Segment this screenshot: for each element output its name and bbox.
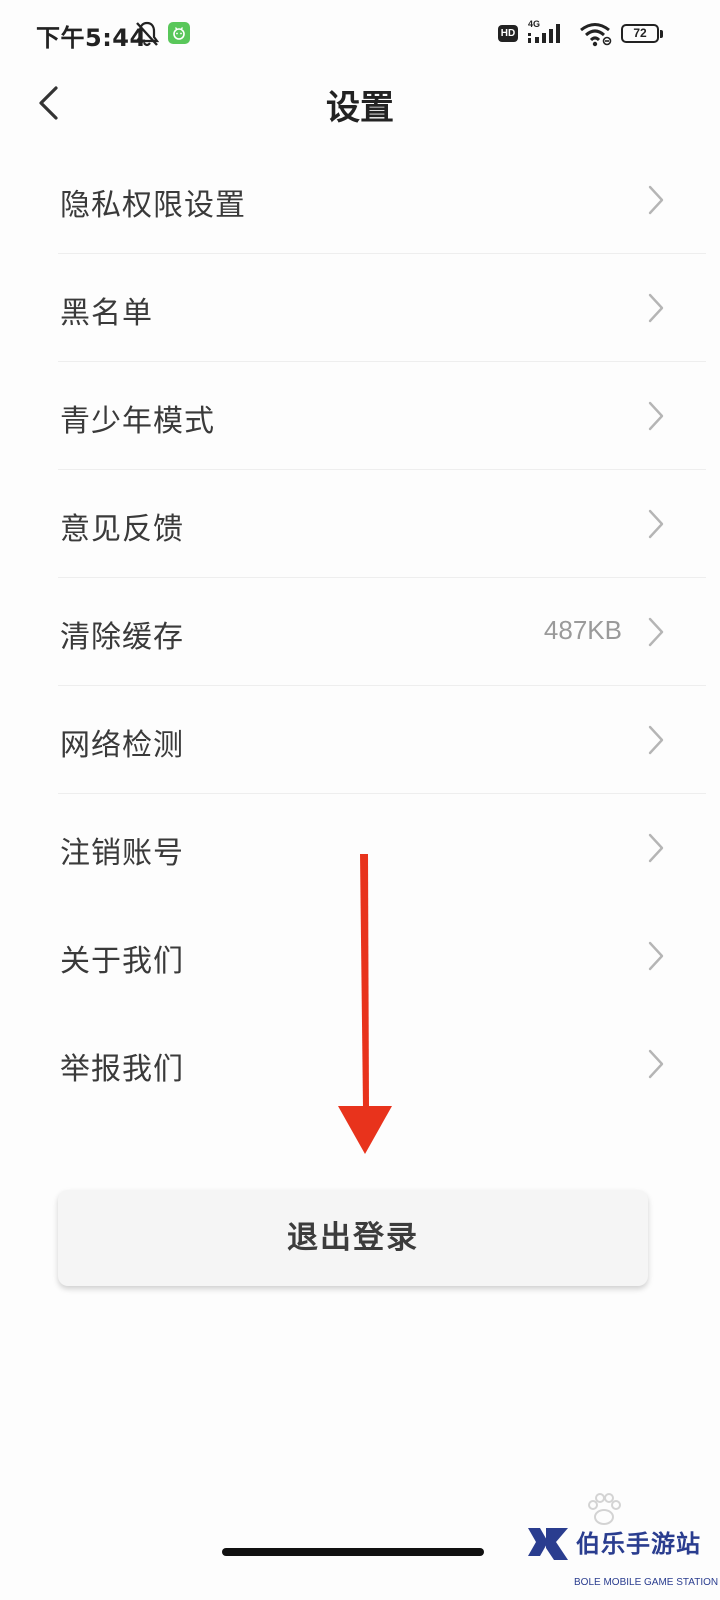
network-type-label: 4G	[528, 19, 540, 29]
brand-name: 伯乐手游站	[576, 1530, 701, 1558]
settings-item-label: 黑名单	[60, 296, 153, 331]
settings-item-label: 青少年模式	[60, 404, 215, 439]
page-title: 设置	[326, 88, 394, 128]
settings-item-label: 关于我们	[60, 944, 184, 979]
settings-item-label: 网络检测	[60, 728, 184, 763]
settings-item-label: 清除缓存	[60, 620, 184, 655]
cache-size-value: 487KB	[543, 615, 622, 645]
chevron-right-icon	[648, 617, 664, 647]
chevron-right-icon	[648, 293, 664, 323]
status-bar: 下午5:44 HD 4G 72	[0, 0, 720, 70]
settings-item-label: 举报我们	[60, 1052, 184, 1087]
chevron-right-icon	[648, 509, 664, 539]
hd-icon: HD	[498, 25, 518, 42]
settings-item-blacklist[interactable]: 黑名单	[0, 254, 720, 362]
home-indicator[interactable]	[222, 1548, 484, 1556]
chevron-right-icon	[648, 401, 664, 431]
settings-item-privacy[interactable]: 隐私权限设置	[0, 146, 720, 254]
battery-tip	[660, 30, 663, 38]
brand-subtitle: BOLE MOBILE GAME STATION	[574, 1577, 719, 1588]
settings-item-network-check[interactable]: 网络检测	[0, 686, 720, 794]
brand-logo-icon	[528, 1528, 568, 1560]
chevron-right-icon	[648, 725, 664, 755]
logout-button[interactable]: 退出登录	[58, 1190, 648, 1286]
settings-item-label: 注销账号	[60, 836, 184, 871]
settings-item-teen-mode[interactable]: 青少年模式	[0, 362, 720, 470]
chevron-right-icon	[648, 1049, 664, 1079]
header: 设置	[0, 70, 720, 134]
settings-item-label: 隐私权限设置	[60, 188, 246, 223]
bell-off-icon	[134, 20, 160, 48]
chevron-right-icon	[648, 941, 664, 971]
status-time: 下午5:44	[36, 24, 147, 52]
settings-item-label: 意见反馈	[60, 512, 184, 547]
annotation-arrow-icon	[338, 854, 392, 1154]
chevron-right-icon	[648, 185, 664, 215]
signal-icon: 4G	[526, 18, 570, 46]
app-notification-icon	[168, 22, 190, 44]
settings-item-clear-cache[interactable]: 清除缓存 487KB	[0, 578, 720, 686]
chevron-right-icon	[648, 833, 664, 863]
battery-icon: 72	[621, 24, 659, 43]
wifi-icon	[578, 20, 614, 48]
settings-item-feedback[interactable]: 意见反馈	[0, 470, 720, 578]
